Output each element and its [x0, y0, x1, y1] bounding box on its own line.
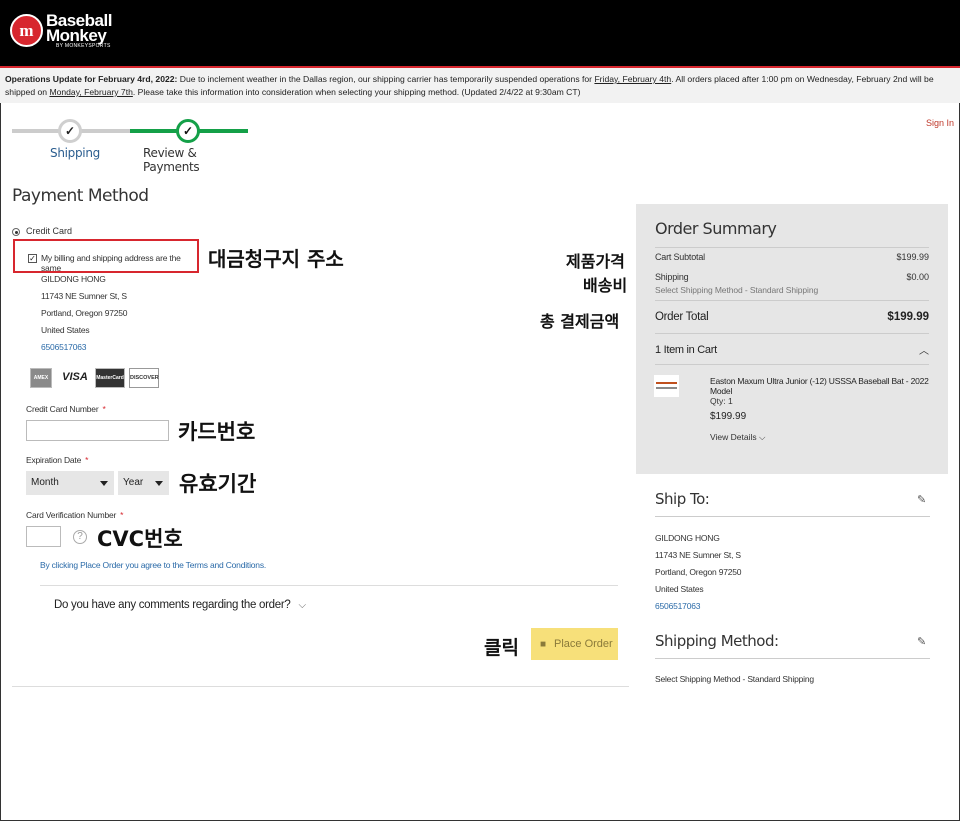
sign-in-link[interactable]: Sign In — [926, 118, 954, 128]
step-review-payments: Review & Payments — [143, 146, 200, 174]
order-summary-title: Order Summary — [655, 219, 777, 238]
ship-phone: 6506517063 — [655, 601, 701, 611]
product-qty: Qty: 1 — [710, 396, 733, 406]
credit-card-label: Credit Card — [26, 226, 73, 236]
view-details-toggle[interactable]: View Details ⌵ — [710, 432, 765, 443]
step-shipping[interactable]: Shipping — [50, 146, 100, 160]
shipping-value: $0.00 — [906, 272, 929, 282]
divider — [655, 658, 930, 659]
chevron-up-icon[interactable]: ︿ — [919, 342, 929, 357]
divider — [655, 364, 929, 365]
visa-icon: VISA — [62, 371, 88, 383]
order-total-label: Order Total — [655, 311, 709, 323]
divider — [655, 516, 930, 517]
ops-text3: . Please take this information into cons… — [132, 87, 581, 97]
billing-city: Portland, Oregon 97250 — [41, 308, 128, 318]
billing-street: 11743 NE Sumner St, S — [41, 291, 127, 301]
ship-country: United States — [655, 584, 704, 594]
annotation-cvc: CVC번호 — [97, 527, 183, 551]
amex-icon: AMEX — [30, 368, 52, 388]
cart-subtotal-value: $199.99 — [896, 252, 929, 262]
cvv-input[interactable] — [26, 526, 61, 547]
ops-label: Operations Update for February 4rd, 2022… — [5, 74, 178, 84]
chevron-down-icon: ⌵ — [298, 600, 306, 611]
billing-phone: 6506517063 — [41, 342, 87, 352]
billing-name: GILDONG HONG — [41, 274, 106, 284]
shipping-method-value: Select Shipping Method - Standard Shippi… — [655, 674, 814, 684]
site-header: m Baseball Monkey BY MONKEYSPORTS — [0, 0, 960, 66]
shipping-method-title: Shipping Method: — [655, 632, 779, 650]
ship-to-title: Ship To: — [655, 490, 710, 508]
product-price: $199.99 — [710, 411, 747, 422]
logo-line2: Monkey — [46, 26, 107, 45]
annotation-click: 클릭 — [484, 637, 519, 659]
discover-icon: DISCOVER — [129, 368, 159, 388]
order-total-value: $199.99 — [887, 311, 929, 323]
edit-pencil-icon[interactable]: ✎ — [917, 493, 926, 506]
cvv-label: Card Verification Number * — [26, 510, 124, 520]
payment-method-title: Payment Method — [12, 186, 149, 206]
ops-date2: Monday, February 7th — [49, 87, 133, 97]
billing-same-checkbox[interactable]: ✓ — [28, 254, 37, 263]
divider — [12, 686, 629, 687]
annotation-card-number: 카드번호 — [178, 420, 256, 444]
credit-card-radio[interactable] — [12, 228, 20, 236]
items-in-cart-toggle[interactable]: 1 Item in Cart — [655, 344, 717, 356]
annotation-billing-address: 대금청구지 주소 — [208, 247, 344, 271]
annotation-shipping-fee: 배송비 — [583, 276, 628, 295]
annotation-product-price: 제품가격 — [566, 252, 625, 271]
order-summary: Order Summary Cart Subtotal $199.99 Ship… — [636, 204, 948, 474]
chevron-down-icon — [100, 481, 108, 486]
check-icon: ✓ — [176, 119, 200, 143]
divider — [655, 247, 929, 248]
expiration-label: Expiration Date * — [26, 455, 89, 465]
terms-link[interactable]: By clicking Place Order you agree to the… — [40, 560, 266, 570]
shipping-method-note: Select Shipping Method - Standard Shippi… — [655, 285, 819, 295]
mastercard-icon: MasterCard — [95, 368, 125, 388]
billing-same-label: My billing and shipping address are the … — [41, 253, 181, 273]
ship-street: 11743 NE Sumner St, S — [655, 550, 741, 560]
card-number-input[interactable] — [26, 420, 169, 441]
check-icon: ✓ — [58, 119, 82, 143]
card-number-label: Credit Card Number * — [26, 404, 106, 414]
billing-country: United States — [41, 325, 90, 335]
ops-date1: Friday, February 4th — [594, 74, 672, 84]
logo-tagline: BY MONKEYSPORTS — [56, 43, 111, 49]
annotation-expiry: 유효기간 — [179, 472, 257, 496]
billing-same-highlight: ✓ My billing and shipping address are th… — [13, 239, 199, 273]
logo-badge-icon: m — [10, 14, 43, 47]
lock-icon: ■ — [540, 639, 547, 650]
divider — [40, 585, 618, 586]
comments-toggle[interactable]: Do you have any comments regarding the o… — [54, 599, 306, 611]
place-order-button[interactable]: ■ Place Order — [531, 628, 618, 660]
checkout-progress: ✓ ✓ Shipping Review & Payments — [12, 116, 252, 174]
ship-name: GILDONG HONG — [655, 533, 720, 543]
ship-city: Portland, Oregon 97250 — [655, 567, 742, 577]
divider — [655, 333, 929, 334]
annotation-total-payment: 총 결제금액 — [540, 312, 620, 331]
expiration-year-select[interactable]: Year — [118, 471, 169, 495]
divider — [655, 300, 929, 301]
expiration-month-select[interactable]: Month — [26, 471, 114, 495]
chevron-down-icon — [155, 481, 163, 486]
cart-subtotal-label: Cart Subtotal — [655, 252, 705, 262]
help-icon[interactable]: ? — [73, 530, 87, 544]
site-logo[interactable]: m Baseball Monkey BY MONKEYSPORTS — [10, 12, 120, 52]
product-thumbnail[interactable] — [654, 375, 679, 397]
ops-text1: Due to inclement weather in the Dallas r… — [177, 74, 595, 84]
shipping-label: Shipping — [655, 272, 689, 282]
product-name: Easton Maxum Ultra Junior (-12) USSSA Ba… — [710, 376, 929, 396]
edit-pencil-icon[interactable]: ✎ — [917, 635, 926, 648]
operations-update-banner: Operations Update for February 4rd, 2022… — [0, 66, 960, 103]
